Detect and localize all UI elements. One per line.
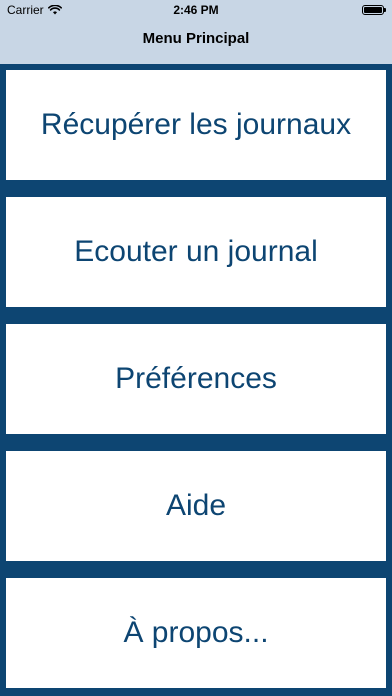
menu-item-listen-log[interactable]: Ecouter un journal: [6, 197, 386, 307]
main-menu: Récupérer les journaux Ecouter un journa…: [6, 70, 386, 688]
menu-item-about[interactable]: À propos...: [6, 578, 386, 688]
battery-tip: [384, 8, 386, 12]
menu-item-help[interactable]: Aide: [6, 451, 386, 561]
status-time: 2:46 PM: [173, 3, 219, 17]
menu-item-preferences[interactable]: Préférences: [6, 324, 386, 434]
battery-fill: [364, 7, 382, 13]
menu-item-retrieve-logs[interactable]: Récupérer les journaux: [6, 70, 386, 180]
top-bar: Carrier 2:46 PM Menu Principal: [0, 0, 392, 64]
battery-icon: [362, 5, 386, 15]
status-bar: Carrier 2:46 PM: [0, 0, 392, 20]
nav-title: Menu Principal: [142, 30, 250, 47]
